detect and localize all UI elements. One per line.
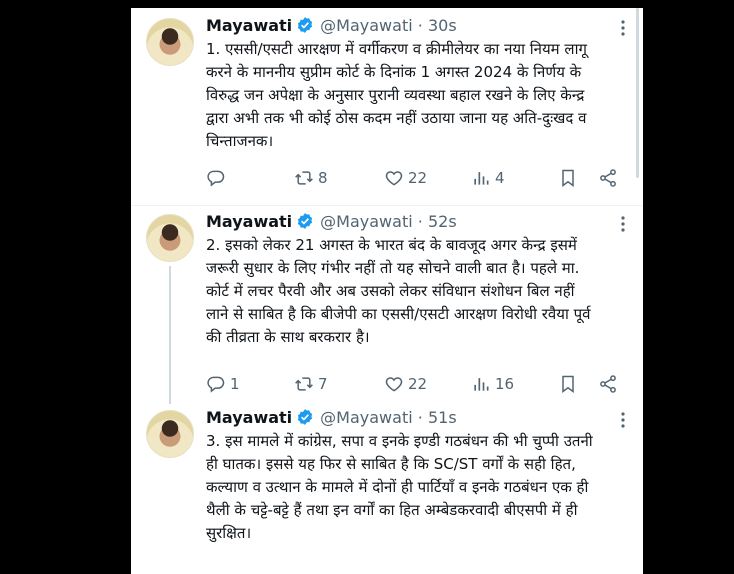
- retweet-button[interactable]: 8: [294, 166, 328, 190]
- author-handle[interactable]: @Mayawati: [320, 16, 413, 35]
- retweet-count: 7: [318, 375, 328, 393]
- like-icon: [385, 377, 403, 392]
- more-options-icon[interactable]: [613, 214, 633, 234]
- author-handle[interactable]: @Mayawati: [320, 212, 413, 231]
- tweet-text: 2. इसको लेकर 21 अगस्त के भारत बंद के बाव…: [206, 236, 591, 346]
- like-count: 22: [408, 169, 428, 187]
- avatar[interactable]: [146, 18, 194, 66]
- scrollbar[interactable]: [636, 8, 639, 178]
- reply-button[interactable]: [206, 166, 230, 190]
- like-count: 22: [408, 375, 428, 393]
- retweet-icon: [295, 377, 313, 391]
- views-icon: [474, 172, 489, 185]
- share-button[interactable]: [598, 372, 618, 396]
- separator-dot: ·: [417, 212, 423, 231]
- retweet-count: 8: [318, 169, 328, 187]
- reply-button[interactable]: 1: [206, 372, 240, 396]
- thread-line: [169, 266, 171, 404]
- tweet-3[interactable]: Mayawati @Mayawati · 51s 3. इस मामले में …: [131, 404, 643, 574]
- verified-badge-icon: [298, 213, 313, 229]
- avatar[interactable]: [146, 410, 194, 458]
- author-name[interactable]: Mayawati: [206, 408, 292, 427]
- like-icon: [385, 171, 403, 186]
- action-bar: 8 22 4: [206, 166, 626, 190]
- tweet-header: Mayawati @Mayawati · 51s: [206, 407, 457, 429]
- view-count: 16: [495, 375, 515, 393]
- timestamp[interactable]: 30s: [428, 16, 457, 35]
- bookmark-button[interactable]: [558, 166, 578, 190]
- share-icon: [600, 375, 616, 393]
- bookmark-icon: [562, 375, 574, 393]
- reply-count: 1: [230, 375, 240, 393]
- like-button[interactable]: 22: [384, 372, 427, 396]
- action-bar: 1 7 22 16: [206, 372, 626, 396]
- like-button[interactable]: 22: [384, 166, 427, 190]
- more-options-icon[interactable]: [613, 18, 633, 38]
- reply-icon: [207, 170, 225, 187]
- bookmark-button[interactable]: [558, 372, 578, 396]
- retweet-button[interactable]: 7: [294, 372, 328, 396]
- reply-icon: [207, 376, 225, 393]
- tweet-2[interactable]: Mayawati @Mayawati · 52s 2. इसको लेकर 21 …: [131, 206, 643, 404]
- tweet-1[interactable]: Mayawati @Mayawati · 30s 1. एससी/एसटी आरक…: [131, 8, 643, 206]
- avatar[interactable]: [146, 214, 194, 262]
- views-button[interactable]: 4: [471, 166, 505, 190]
- more-options-icon[interactable]: [613, 410, 633, 430]
- tweet-text: 1. एससी/एसटी आरक्षण में वर्गीकरण व क्रीम…: [206, 40, 587, 150]
- tweet-text: 3. इस मामले में कांग्रेस, सपा व इनके इण्…: [206, 432, 593, 542]
- separator-dot: ·: [417, 16, 423, 35]
- share-icon: [600, 169, 616, 187]
- views-button[interactable]: 16: [471, 372, 514, 396]
- bookmark-icon: [562, 169, 574, 187]
- author-handle[interactable]: @Mayawati: [320, 408, 413, 427]
- tweet-header: Mayawati @Mayawati · 30s: [206, 15, 457, 37]
- author-name[interactable]: Mayawati: [206, 16, 292, 35]
- verified-badge-icon: [298, 409, 313, 425]
- thread-panel: Mayawati @Mayawati · 30s 1. एससी/एसटी आरक…: [131, 8, 643, 574]
- timestamp[interactable]: 51s: [428, 408, 457, 427]
- retweet-icon: [295, 171, 313, 185]
- view-count: 4: [495, 169, 505, 187]
- author-name[interactable]: Mayawati: [206, 212, 292, 231]
- separator-dot: ·: [417, 408, 423, 427]
- share-button[interactable]: [598, 166, 618, 190]
- tweet-header: Mayawati @Mayawati · 52s: [206, 211, 457, 233]
- views-icon: [474, 378, 489, 391]
- verified-badge-icon: [298, 17, 313, 33]
- timestamp[interactable]: 52s: [428, 212, 457, 231]
